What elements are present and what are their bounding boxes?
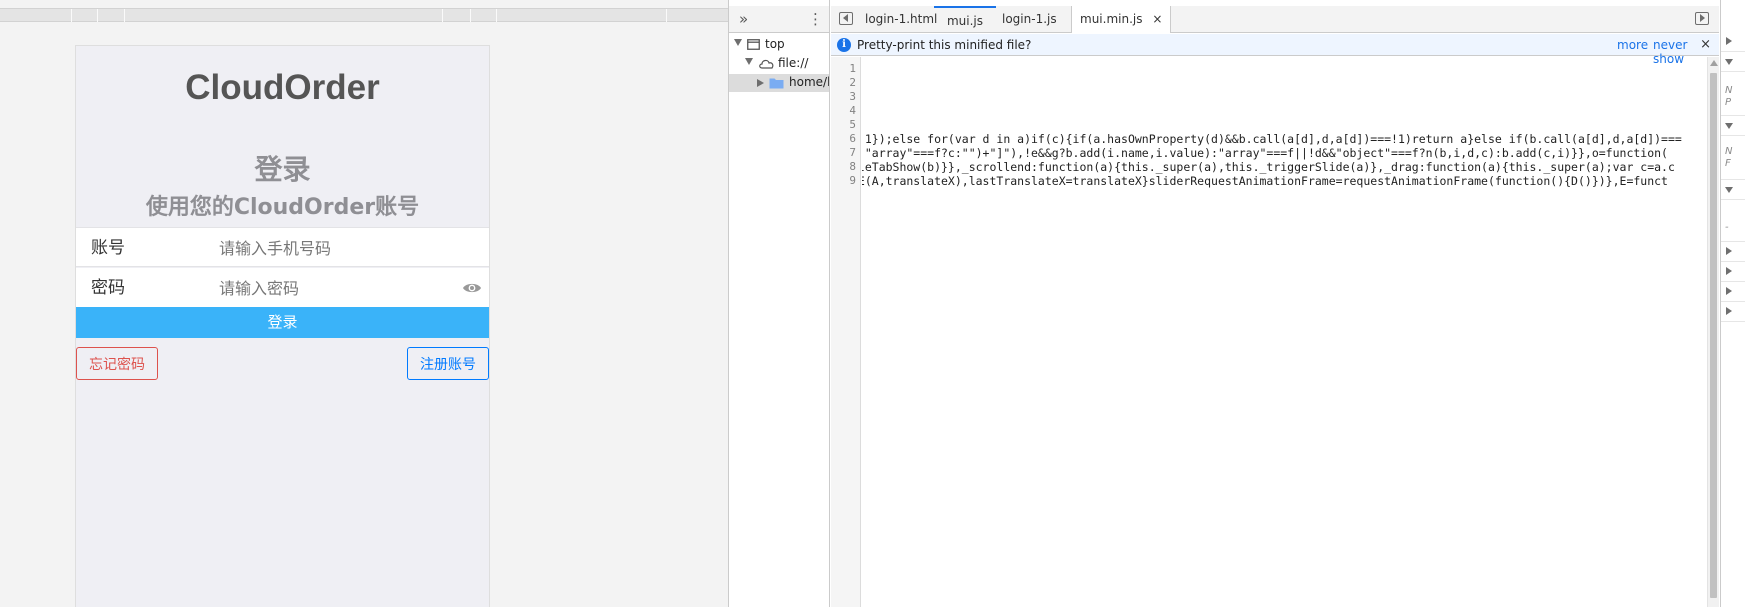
infobar-message: Pretty-print this minified file?	[857, 38, 1032, 52]
debugger-label: F	[1725, 158, 1731, 169]
code-line: dleTabShow(b)}},_scrollend:function(a){t…	[862, 160, 1675, 174]
eye-icon[interactable]	[462, 281, 482, 295]
line-number: 7	[849, 146, 856, 159]
tab-login-html[interactable]: login-1.html	[857, 6, 945, 32]
vertical-scrollbar[interactable]	[1707, 57, 1719, 607]
debugger-label: N	[1725, 85, 1733, 96]
debugger-section[interactable]	[1721, 116, 1745, 136]
debugger-section-body: N F	[1721, 136, 1745, 180]
more-tabs-icon[interactable]: »	[739, 10, 748, 28]
app-title: CloudOrder	[185, 68, 380, 107]
login-subtitle: 使用您的CloudOrder账号	[145, 195, 420, 220]
kebab-menu-icon[interactable]: ⋮	[808, 10, 823, 28]
navigator-toolbar: » ⋮	[729, 6, 829, 33]
debugger-label: N	[1725, 146, 1733, 157]
tab-label: login-1.js	[1002, 12, 1057, 26]
tree-item-label: file://	[778, 56, 809, 70]
debugger-label: P	[1725, 97, 1732, 108]
debugger-section[interactable]	[1721, 282, 1745, 302]
debugger-section[interactable]	[1721, 180, 1745, 200]
line-number-gutter: 1 2 3 4 5 6 7 8 9	[831, 57, 861, 607]
frame-icon	[747, 39, 760, 50]
collapse-triangle-icon[interactable]	[745, 58, 753, 65]
debugger-section-body: N P	[1721, 72, 1745, 116]
info-icon: i	[837, 38, 851, 52]
debugger-section[interactable]	[1721, 32, 1745, 52]
login-button[interactable]: 登录	[76, 307, 489, 338]
account-row: 账号	[76, 227, 489, 267]
debugger-section[interactable]	[1721, 302, 1745, 322]
line-number: 8	[849, 160, 856, 173]
line-number: 3	[849, 90, 856, 103]
debugger-section-body: -	[1721, 200, 1745, 242]
editor-pane: login-1.html mui.js login-1.js mui.min.j…	[831, 0, 1719, 607]
toggle-navigator-icon[interactable]	[839, 12, 853, 25]
scrollbar-thumb[interactable]	[1710, 73, 1717, 598]
page-viewport: CloudOrder 登录 使用您的CloudOrder账号 账号 密码 登录 …	[0, 0, 728, 607]
debugger-section[interactable]	[1721, 262, 1745, 282]
register-button[interactable]: 注册账号	[407, 347, 489, 380]
scroll-up-icon[interactable]	[1710, 60, 1718, 66]
tree-item-file[interactable]: file://	[729, 55, 829, 73]
line-number: 1	[849, 62, 856, 75]
forgot-password-button[interactable]: 忘记密码	[76, 347, 158, 380]
debugger-sidebar: N P N F -	[1720, 0, 1745, 607]
folder-icon	[769, 78, 784, 89]
tab-label: mui.min.js	[1080, 12, 1143, 26]
code-editor[interactable]: =!1});else for(var d in a)if(c){if(a.has…	[862, 57, 1690, 607]
toggle-debugger-icon[interactable]	[1695, 12, 1709, 25]
account-label: 账号	[91, 238, 125, 258]
editor-tabbar: login-1.html mui.js login-1.js mui.min.j…	[831, 6, 1719, 33]
tab-login-js[interactable]: login-1.js	[994, 6, 1065, 32]
tab-mui-min-js[interactable]: mui.min.js ×	[1071, 6, 1172, 33]
sources-navigator: » ⋮ top file:// home/h	[729, 0, 830, 607]
device-ruler	[0, 8, 728, 22]
cloud-icon	[759, 59, 774, 69]
line-number: 9	[849, 174, 856, 187]
tree-item-folder[interactable]: home/h	[729, 74, 829, 92]
tab-label: mui.js	[946, 14, 984, 28]
line-number: 4	[849, 104, 856, 117]
account-input[interactable]	[219, 235, 469, 261]
tab-mui-js[interactable]: mui.js	[934, 6, 996, 32]
collapse-triangle-icon[interactable]	[734, 39, 742, 46]
debugger-section[interactable]	[1721, 52, 1745, 72]
line-number: 5	[849, 118, 856, 131]
close-icon[interactable]: ×	[1700, 37, 1711, 52]
login-heading: 登录	[254, 153, 311, 186]
infobar-more-link[interactable]: more	[1617, 38, 1648, 52]
expand-triangle-icon[interactable]	[757, 79, 764, 87]
pretty-print-infobar: i Pretty-print this minified file? more …	[831, 34, 1719, 66]
line-number: 2	[849, 76, 856, 89]
mobile-login-page: CloudOrder 登录 使用您的CloudOrder账号 账号 密码 登录 …	[75, 45, 490, 607]
code-line: ||"array"===f?c:"")+"]"),!e&&g?b.add(i.n…	[862, 146, 1668, 160]
code-line: }E(A,translateX),lastTranslateX=translat…	[862, 174, 1668, 188]
devtools-panel: » ⋮ top file:// home/h	[728, 0, 1745, 607]
tree-item-top[interactable]: top	[729, 36, 829, 54]
password-row: 密码	[76, 268, 489, 308]
tree-item-label: top	[765, 37, 785, 51]
tree-item-label: home/h	[789, 75, 829, 89]
password-label: 密码	[91, 278, 125, 298]
line-number: 6	[849, 132, 856, 145]
debugger-label: -	[1725, 222, 1729, 233]
password-input[interactable]	[219, 275, 469, 301]
debugger-section[interactable]	[1721, 242, 1745, 262]
code-line: =!1});else for(var d in a)if(c){if(a.has…	[862, 132, 1682, 146]
close-icon[interactable]: ×	[1152, 12, 1162, 26]
tab-label: login-1.html	[865, 12, 938, 26]
